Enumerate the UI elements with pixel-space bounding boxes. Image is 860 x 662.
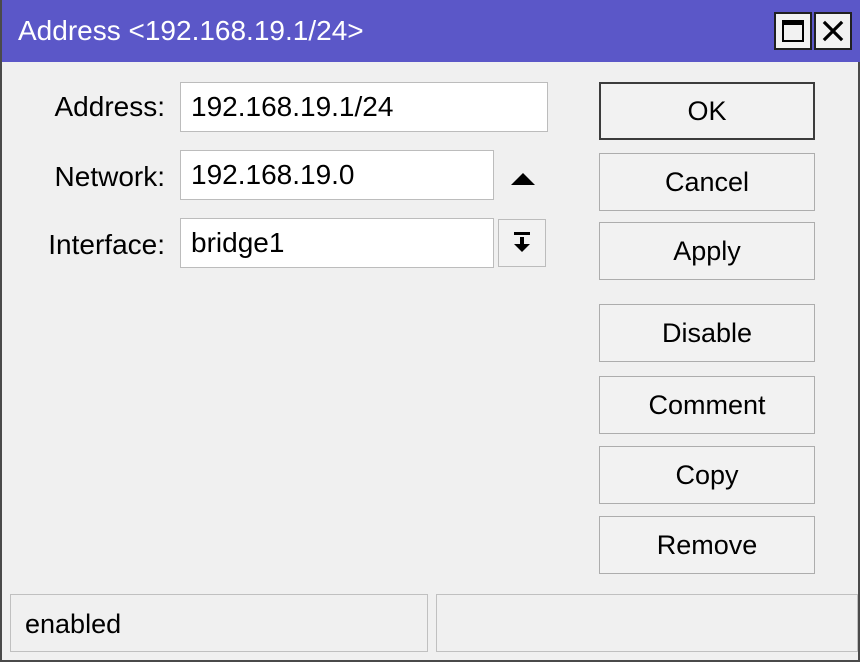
disable-button[interactable]: Disable	[599, 304, 815, 362]
apply-button[interactable]: Apply	[599, 222, 815, 280]
comment-button[interactable]: Comment	[599, 376, 815, 434]
address-dialog: Address <192.168.19.1/24> Address: 192.1…	[0, 0, 860, 662]
close-button[interactable]	[814, 12, 852, 50]
interface-dropdown-button[interactable]	[498, 219, 546, 267]
address-input[interactable]: 192.168.19.1/24	[180, 82, 548, 132]
dropdown-arrow-icon	[514, 232, 530, 252]
close-icon	[822, 20, 844, 42]
maximize-button[interactable]	[774, 12, 812, 50]
network-input[interactable]: 192.168.19.0	[180, 150, 494, 200]
status-cell-state: enabled	[10, 594, 428, 652]
cancel-button[interactable]: Cancel	[599, 153, 815, 211]
address-label: Address:	[54, 91, 166, 122]
copy-button[interactable]: Copy	[599, 446, 815, 504]
title-bar[interactable]: Address <192.168.19.1/24>	[2, 0, 860, 62]
maximize-icon	[782, 20, 804, 42]
window-title: Address <192.168.19.1/24>	[18, 15, 364, 46]
network-label: Network:	[54, 161, 165, 192]
remove-button[interactable]: Remove	[599, 516, 815, 574]
arrow-up-icon[interactable]	[511, 173, 535, 185]
status-cell-extra	[436, 594, 858, 652]
interface-label: Interface:	[48, 229, 165, 260]
interface-select[interactable]: bridge1	[180, 218, 494, 268]
status-text: enabled	[25, 609, 122, 639]
status-bar: enabled	[2, 594, 858, 660]
ok-button[interactable]: OK	[599, 82, 815, 140]
